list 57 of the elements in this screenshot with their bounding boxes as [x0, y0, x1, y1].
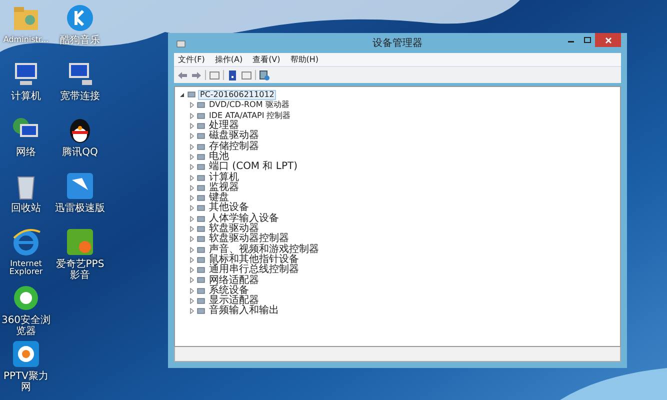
player-app-icon[interactable] — [10, 338, 42, 370]
tree-item[interactable]: DVD/CD-ROM 驱动器 — [207, 100, 292, 110]
computer-icon — [187, 91, 196, 100]
expand-arrow-icon[interactable] — [189, 112, 195, 119]
tree-item[interactable]: IDE ATA/ATAPI 控制器 — [207, 110, 293, 121]
expand-arrow-icon[interactable] — [189, 174, 195, 181]
desktop-icon-label[interactable]: 迅雷极速版 — [54, 204, 106, 214]
expand-arrow-icon[interactable] — [189, 123, 195, 130]
collapse-arrow-icon[interactable] — [179, 92, 185, 98]
expand-arrow-icon[interactable] — [189, 256, 195, 263]
menu-item[interactable]: 帮助(H) — [290, 54, 319, 65]
expand-arrow-icon[interactable] — [189, 154, 195, 160]
expand-arrow-icon[interactable] — [189, 164, 195, 170]
expand-arrow-icon[interactable] — [189, 102, 195, 108]
desktop-icon-label[interactable]: 回收站 — [0, 204, 52, 214]
panel-button[interactable] — [241, 70, 252, 80]
tree-item[interactable]: 音频输入和输出 — [207, 305, 281, 318]
expand-arrow-icon[interactable] — [189, 236, 195, 242]
expand-arrow-icon[interactable] — [189, 246, 195, 253]
desktop-icon-label[interactable]: 360安全浏览器 — [0, 316, 52, 337]
back-button[interactable] — [177, 70, 188, 80]
desktop-icon-label[interactable]: 宽带连接 — [54, 92, 106, 102]
expand-arrow-icon[interactable] — [189, 144, 195, 150]
desktop-icon-label[interactable]: 网络 — [0, 148, 52, 158]
help-button[interactable] — [227, 70, 238, 80]
desktop-icon-label[interactable]: 腾讯QQ — [54, 148, 106, 158]
bird-app-icon[interactable] — [64, 170, 96, 202]
expand-arrow-icon[interactable] — [189, 195, 195, 202]
forward-button[interactable] — [191, 70, 202, 80]
menu-item[interactable]: 文件(F) — [178, 54, 205, 65]
expand-arrow-icon[interactable] — [189, 308, 195, 314]
desktop-icon-label[interactable]: Internet Explorer — [0, 260, 52, 277]
close-button[interactable] — [595, 33, 621, 47]
tree-item[interactable]: 其他设备 — [207, 202, 251, 214]
menu-item[interactable]: 操作(A) — [214, 54, 243, 65]
video-app-icon[interactable] — [64, 226, 96, 258]
expand-arrow-icon[interactable] — [189, 226, 195, 232]
desktop-icon-label[interactable]: 爱奇艺PPS影音 — [54, 260, 106, 281]
desktop-icon-label[interactable]: PPTV聚力网 — [0, 372, 52, 393]
expand-arrow-icon[interactable] — [189, 288, 195, 294]
expand-arrow-icon[interactable] — [189, 267, 195, 274]
expand-arrow-icon[interactable] — [189, 298, 195, 304]
music-app-icon[interactable] — [64, 2, 96, 34]
expand-arrow-icon[interactable] — [189, 184, 195, 191]
scan-hardware-button[interactable] — [259, 70, 270, 80]
desktop-icon-label[interactable]: 计算机 — [0, 92, 52, 102]
expand-arrow-icon[interactable] — [189, 205, 195, 212]
close-icon — [604, 36, 612, 44]
window-title: 设备管理器 — [372, 37, 422, 50]
expand-arrow-icon[interactable] — [189, 277, 195, 284]
panel-button[interactable] — [209, 70, 220, 80]
maximize-icon — [584, 37, 590, 43]
menu-item[interactable]: 查看(V) — [252, 54, 280, 65]
expand-arrow-icon[interactable] — [189, 133, 195, 140]
tree-item[interactable]: PC-201606211012 — [198, 90, 276, 100]
app-icon — [176, 38, 186, 48]
expand-arrow-icon[interactable] — [189, 216, 195, 222]
